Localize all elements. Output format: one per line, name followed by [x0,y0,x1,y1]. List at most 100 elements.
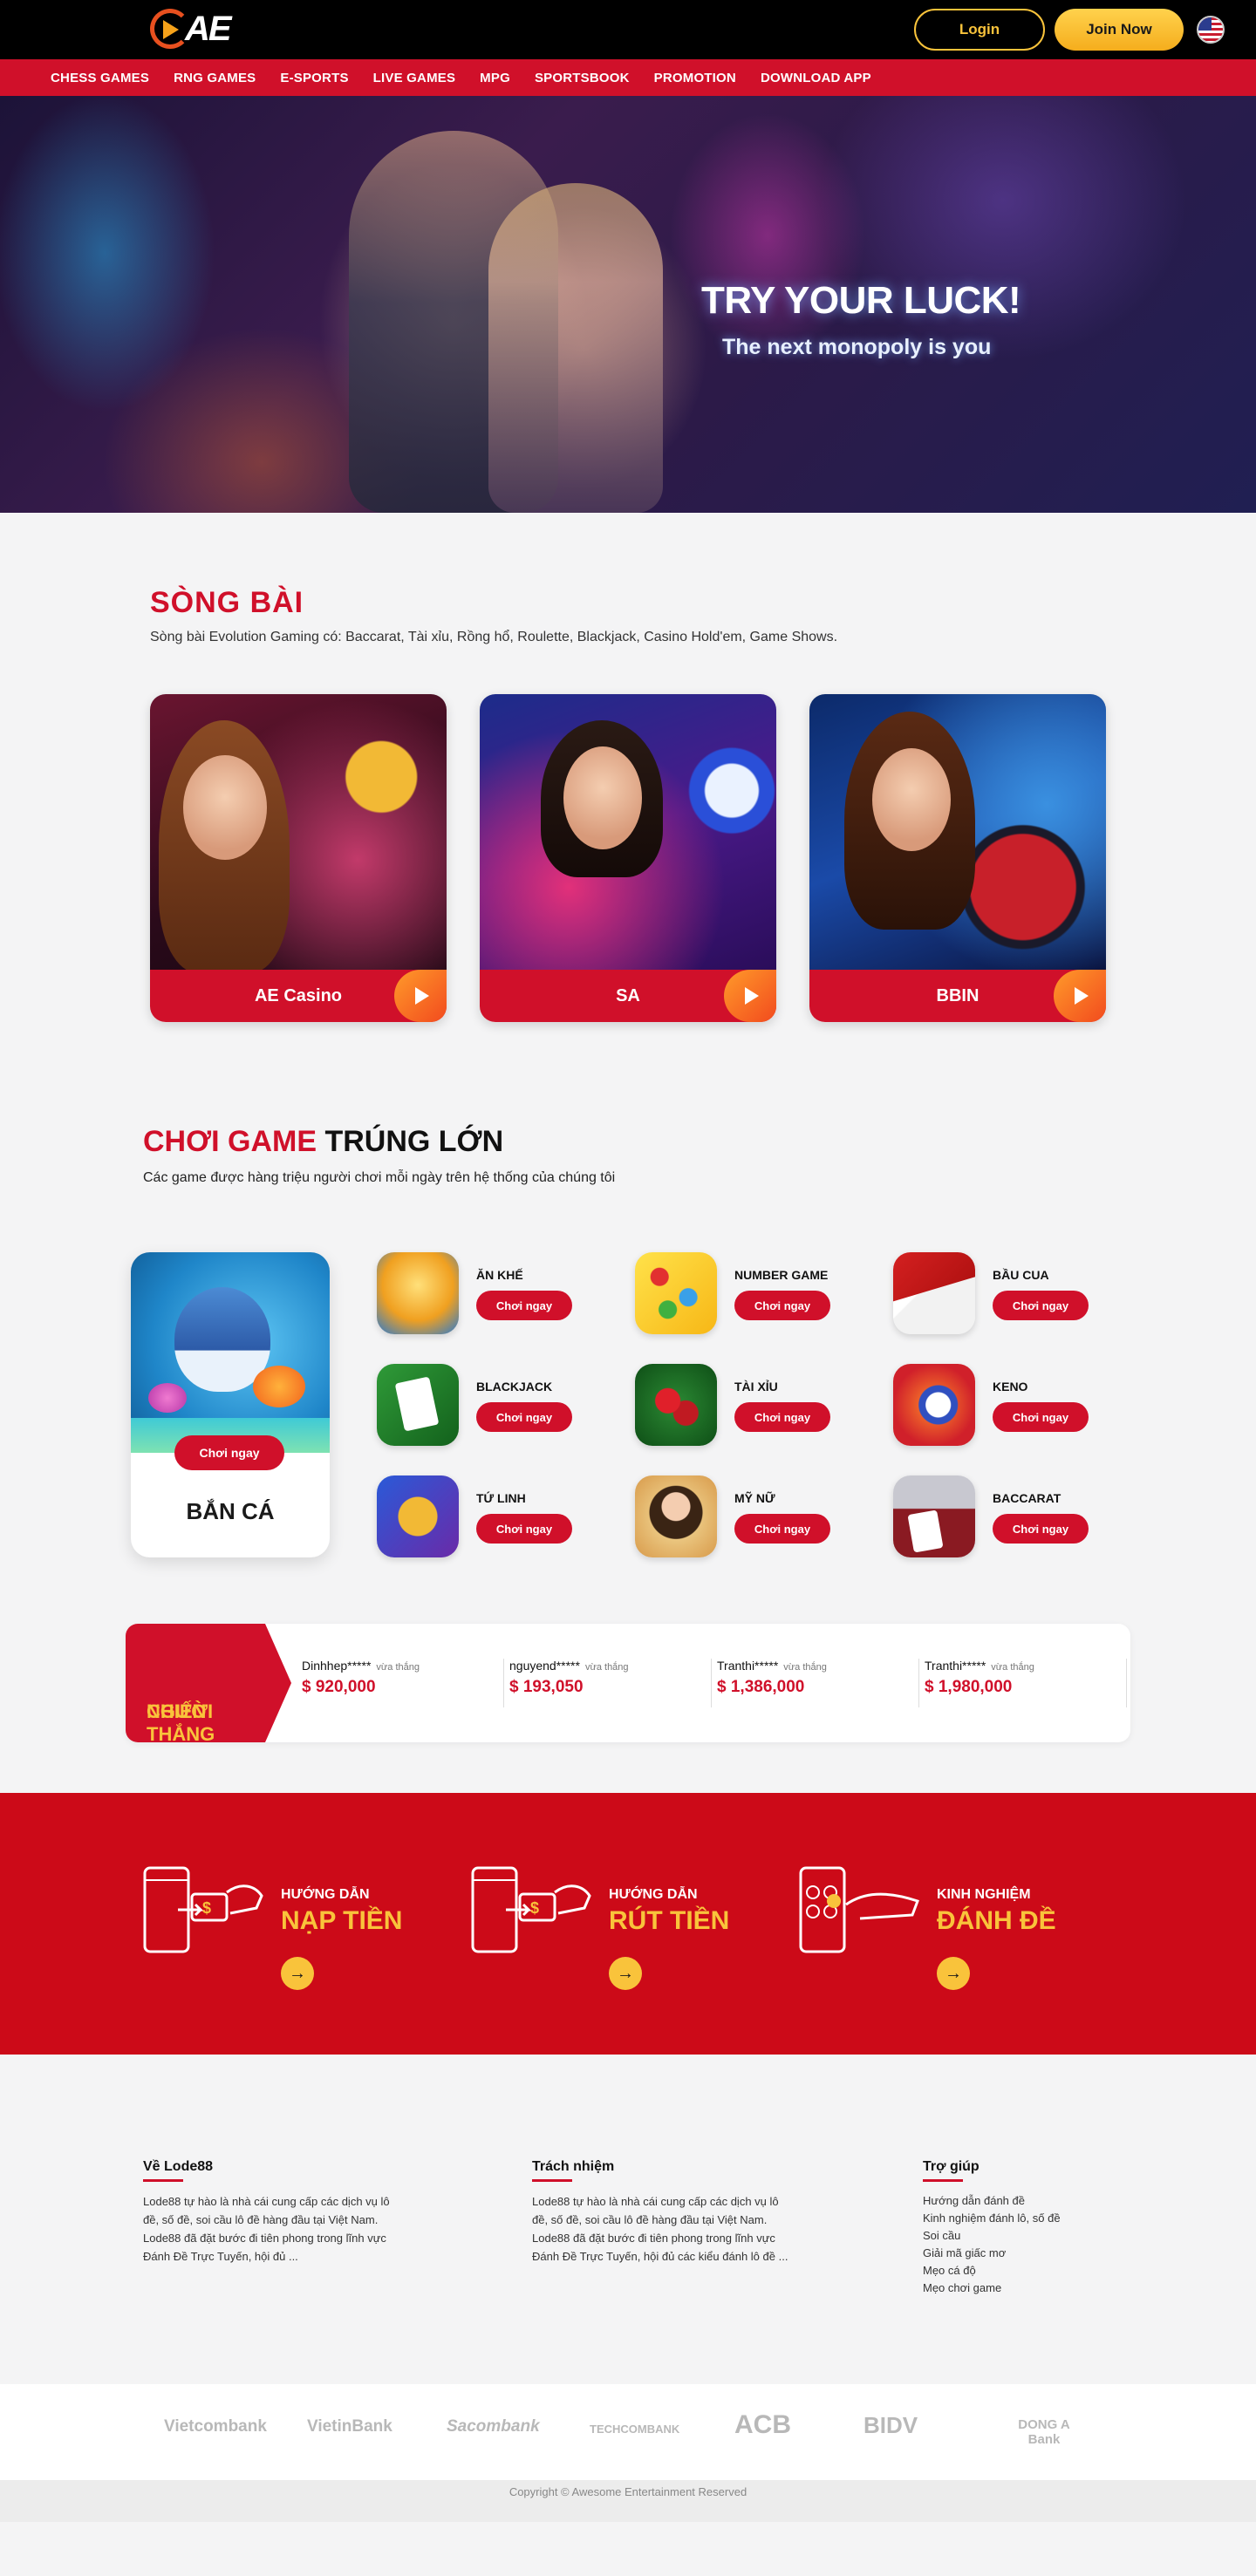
games-description: Các game được hàng triệu người chơi mỗi … [143,1170,616,1185]
casino-card-ae[interactable]: AE Casino [150,694,447,1022]
footer-responsibility-title: Trách nhiệm [532,2159,794,2182]
game-item-blackjack[interactable]: BLACKJACK Chơi ngay [377,1364,612,1446]
play-now-button[interactable]: Chơi ngay [993,1402,1089,1432]
hero-subtitle: The next monopoly is you [722,335,992,359]
casino-image-ae [150,694,447,973]
guide-small-text: HƯỚNG DẪN [609,1887,698,1902]
hero-image-woman [488,183,663,513]
play-now-button[interactable]: Chơi ngay [993,1514,1089,1544]
footer-info: Về Lode88 Lode88 tự hào là nhà cái cung … [0,2055,1256,2384]
guide-big-text: ĐÁNH ĐỀ [937,1906,1056,1935]
guide-small-text: KINH NGHIỆM [937,1887,1031,1902]
bank-partners: Vietcombank VietinBank Sacombank TECHCOM… [0,2384,1256,2480]
winner-name: Dinhhep***** [302,1659,372,1673]
play-now-button[interactable]: Chơi ngay [993,1291,1089,1320]
guide-big-text: NẠP TIỀN [281,1906,403,1935]
games-title: CHƠI GAME TRÚNG LỚN [143,1125,503,1159]
phone-money-icon: $ [143,1866,263,1953]
footer-help: Trợ giúp Hướng dẫn đánh đề Kinh nghiệm đ… [923,2159,1115,2297]
bank-logo-techcombank: TECHCOMBANK [590,2423,680,2436]
game-name: BẦU CUA [993,1268,1049,1282]
play-now-button[interactable]: Chơi ngay [734,1291,830,1320]
guide-big-text: RÚT TIỀN [609,1906,730,1935]
footer-link[interactable]: Hướng dẫn đánh đề [923,2192,1115,2210]
winner-name: nguyend***** [509,1659,580,1673]
play-icon[interactable] [1054,970,1106,1022]
nav-e-sports[interactable]: E-SPORTS [280,71,348,85]
nav-chess-games[interactable]: CHESS GAMES [51,71,149,85]
game-item-an-khe[interactable]: ĂN KHẾ Chơi ngay [377,1252,612,1334]
winner-note: vừa thắng [584,1662,629,1673]
footer-link[interactable]: Mẹo chơi game [923,2280,1115,2297]
dice-icon [893,1252,975,1334]
login-button[interactable]: Login [914,9,1045,51]
winner-amount: $ 1,386,000 [717,1678,805,1696]
casino-image-sa [480,694,776,970]
top-bar: AE Login Join Now [0,0,1256,59]
guide-deposit[interactable]: $ HƯỚNG DẪN NẠP TIỀN → [143,1866,431,1990]
phone-money-icon: $ [471,1866,591,1953]
fish-image [253,1366,305,1407]
arrow-right-icon[interactable]: → [937,1957,970,1990]
game-name: ĂN KHẾ [476,1268,523,1282]
casino-image-bbin [809,694,1106,970]
play-icon[interactable] [394,970,447,1022]
winner-amount: $ 920,000 [302,1678,376,1696]
winners-label: NGƯỜI CHIẾN THẮNG [126,1624,291,1742]
footer-link[interactable]: Mẹo cá độ [923,2262,1115,2280]
winner-note: vừa thắng [783,1662,827,1673]
keno-ball-icon [893,1364,975,1446]
game-item-tu-linh[interactable]: TỨ LINH Chơi ngay [377,1475,612,1557]
game-item-number-game[interactable]: NUMBER GAME Chơi ngay [635,1252,870,1334]
winners-ticker: NGƯỜI CHIẾN THẮNG Dinhhep***** vừa thắng … [126,1624,1130,1742]
play-now-button[interactable]: Chơi ngay [734,1402,830,1432]
game-name: TÀI XỈU [734,1380,778,1394]
arrow-right-icon[interactable]: → [609,1957,642,1990]
casino-card-bbin[interactable]: BBIN [809,694,1106,1022]
game-item-keno[interactable]: KENO Chơi ngay [893,1364,1129,1446]
game-item-my-nu[interactable]: MỸ NỮ Chơi ngay [635,1475,870,1557]
guide-withdraw[interactable]: $ HƯỚNG DẪN RÚT TIỀN → [471,1866,759,1990]
footer-responsibility: Trách nhiệm Lode88 tự hào là nhà cái cun… [532,2159,794,2266]
logo-icon [150,9,190,49]
guide-lottery-tips[interactable]: KINH NGHIỆM ĐÁNH ĐỀ → [799,1866,1087,1990]
nav-mpg[interactable]: MPG [480,71,510,85]
play-now-button[interactable]: Chơi ngay [476,1291,572,1320]
casino-card-sa[interactable]: SA [480,694,776,1022]
footer-link[interactable]: Kinh nghiệm đánh lô, số đề [923,2210,1115,2227]
footer-about: Về Lode88 Lode88 tự hào là nhà cái cung … [143,2159,405,2266]
us-flag-icon[interactable] [1197,16,1225,44]
nav-rng-games[interactable]: RNG GAMES [174,71,256,85]
footer-link[interactable]: Soi cầu [923,2227,1115,2245]
winner-item: nguyend***** vừa thắng $ 193,050 [504,1659,712,1707]
game-item-baccarat[interactable]: BACCARAT Chơi ngay [893,1475,1129,1557]
games-section: CHƠI GAME TRÚNG LỚN Các game được hàng t… [0,1071,1256,1786]
game-item-tai-xiu[interactable]: TÀI XỈU Chơi ngay [635,1364,870,1446]
logo[interactable]: AE [150,9,232,49]
game-item-bau-cua[interactable]: BẦU CUA Chơi ngay [893,1252,1129,1334]
game-name: KENO [993,1380,1028,1394]
featured-game-card[interactable]: Chơi ngay BẮN CÁ [131,1252,330,1557]
play-now-button[interactable]: Chơi ngay [476,1514,572,1544]
games-title-red: CHƠI GAME [143,1125,317,1158]
play-icon[interactable] [724,970,776,1022]
join-now-button[interactable]: Join Now [1055,9,1184,51]
footer-link[interactable]: Giải mã giấc mơ [923,2245,1115,2262]
play-now-button[interactable]: Chơi ngay [476,1402,572,1432]
an-khe-icon [377,1252,459,1334]
bank-logo-donga: DONG A Bank [1018,2417,1070,2447]
main-nav: CHESS GAMES RNG GAMES E-SPORTS LIVE GAME… [0,59,1256,96]
play-now-button[interactable]: Chơi ngay [734,1514,830,1544]
arrow-right-icon[interactable]: → [281,1957,314,1990]
game-name: MỸ NỮ [734,1491,775,1505]
nav-promotion[interactable]: PROMOTION [654,71,736,85]
casino-description: Sòng bài Evolution Gaming có: Baccarat, … [150,630,838,644]
footer-about-text: Lode88 tự hào là nhà cái cung cấp các dị… [143,2195,390,2263]
nav-sportsbook[interactable]: SPORTSBOOK [535,71,630,85]
game-name: NUMBER GAME [734,1268,829,1282]
hero-banner[interactable]: TRY YOUR LUCK! The next monopoly is you [0,96,1256,513]
nav-live-games[interactable]: LIVE GAMES [373,71,456,85]
winner-note: vừa thắng [376,1662,420,1673]
play-now-button[interactable]: Chơi ngay [174,1435,284,1470]
nav-download-app[interactable]: DOWNLOAD APP [761,71,871,85]
